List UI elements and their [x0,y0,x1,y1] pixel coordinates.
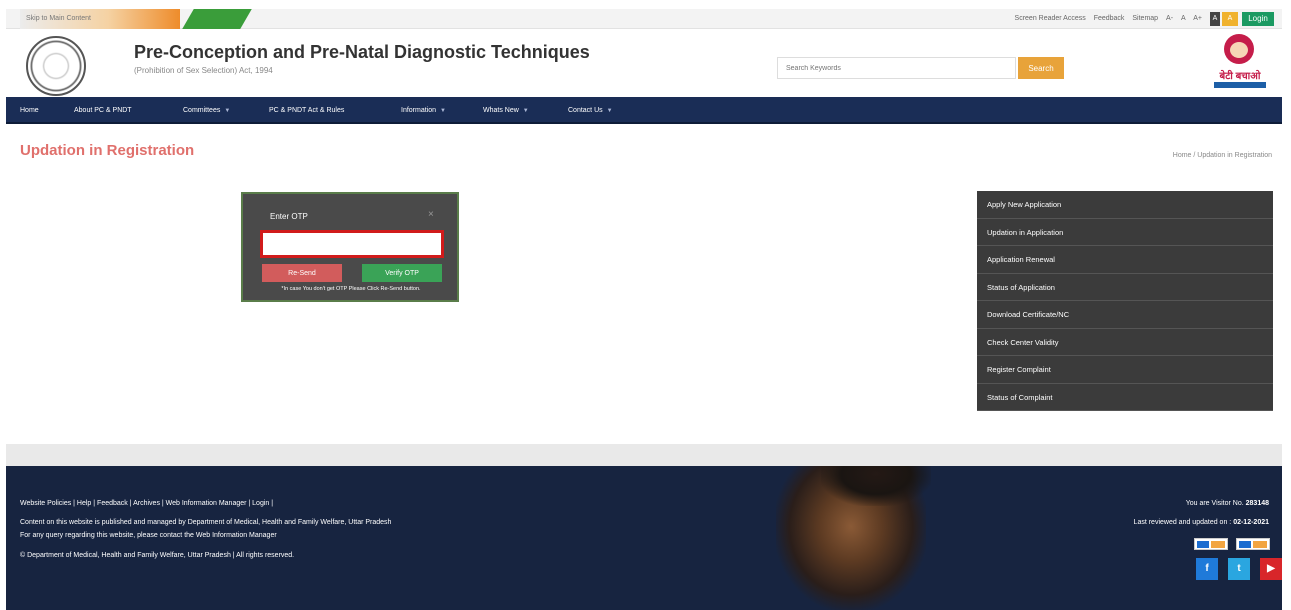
otp-dialog: Enter OTP × Re-Send Verify OTP *In case … [241,192,459,302]
nav-label: Committees [183,107,221,114]
sidebar-item-status-application[interactable]: Status of Application [977,274,1273,301]
w3c-badge-icon[interactable] [1194,538,1228,550]
otp-input[interactable] [260,230,444,258]
sidebar-item-download-certificate[interactable]: Download Certificate/NC [977,301,1273,329]
tricolor-stripe [182,9,252,29]
nav-label: Home [20,107,39,114]
sidebar-item-status-complaint[interactable]: Status of Complaint [977,384,1273,411]
updated-label: Last reviewed and updated on : [1133,519,1232,526]
top-links: Screen Reader Access Feedback Sitemap A-… [1009,9,1202,29]
breadcrumb[interactable]: Home / Updation in Registration [1173,152,1272,159]
nav-label: Whats New [483,107,519,114]
nav-label: Contact Us [568,107,603,114]
chevron-down-icon: ▼ [522,108,529,114]
skip-to-content-link[interactable]: Skip to Main Content [20,9,180,29]
chevron-down-icon: ▼ [606,108,613,114]
logo-banner-stripe [1214,82,1266,88]
dark-contrast-button[interactable]: A [1210,12,1220,26]
girl-photo-hair [821,466,931,506]
sidebar-item-center-validity[interactable]: Check Center Validity [977,329,1273,356]
nav-act-rules[interactable]: PC & PNDT Act & Rules [269,97,344,124]
feedback-link[interactable]: Feedback [1094,15,1125,22]
nav-about[interactable]: About PC & PNDT [74,97,132,124]
footer-content-note: Content on this website is published and… [20,519,392,526]
otp-label: Enter OTP [270,212,308,221]
visitor-count: 283148 [1245,500,1269,507]
nav-whats-new[interactable]: Whats New ▼ [483,97,529,124]
logo-face-shape [1230,42,1248,58]
main-navigation: Home About PC & PNDT Committees ▼ PC & PN… [6,97,1282,124]
font-normal-button[interactable]: A [1181,15,1185,22]
twitter-icon[interactable]: t [1228,558,1250,580]
resend-otp-button[interactable]: Re-Send [262,264,342,282]
close-icon[interactable]: × [428,209,434,220]
top-utility-bar: Skip to Main Content Screen Reader Acces… [6,9,1282,29]
footer-copyright: © Department of Medical, Health and Fami… [20,552,295,559]
sidebar-item-updation[interactable]: Updation in Application [977,219,1273,246]
font-decrease-button[interactable]: A- [1166,15,1173,22]
site-title: Pre-Conception and Pre-Natal Diagnostic … [134,42,590,62]
footer-links[interactable]: Website Policies | Help | Feedback | Arc… [20,500,273,507]
sitemap-link[interactable]: Sitemap [1132,15,1158,22]
yellow-contrast-button[interactable]: A [1222,12,1238,26]
footer-query-note: For any query regarding this website, pl… [20,532,277,539]
last-updated: Last reviewed and updated on : 02-12-202… [1134,519,1269,526]
visitor-counter: You are Visitor No. 283148 [1186,500,1269,507]
otp-help-note: *In case You don't get OTP Please Click … [281,286,421,292]
sidebar-item-apply-new[interactable]: Apply New Application [977,191,1273,219]
site-subtitle: (Prohibition of Sex Selection) Act, 1994 [134,66,273,75]
nav-label: PC & PNDT Act & Rules [269,107,345,114]
chevron-down-icon: ▼ [440,108,446,114]
updated-date: 02-12-2021 [1233,519,1269,526]
page-title: Updation in Registration [20,142,195,159]
logo-text: बेटी बचाओ [1219,71,1261,82]
font-increase-button[interactable]: A+ [1193,15,1202,22]
facebook-icon[interactable]: f [1196,558,1218,580]
nav-label: About PC & PNDT [74,107,132,114]
search-button[interactable]: Search [1018,57,1064,79]
nav-information[interactable]: Information ▼ [401,97,446,124]
nav-label: Information [401,107,437,114]
sidebar-item-register-complaint[interactable]: Register Complaint [977,356,1273,384]
wcag-badge-icon[interactable] [1236,538,1270,550]
nav-committees[interactable]: Committees ▼ [183,97,230,124]
chevron-down-icon: ▼ [224,108,231,114]
nav-contact[interactable]: Contact Us ▼ [568,97,613,124]
visitor-label: You are Visitor No. [1185,500,1244,507]
search-input[interactable] [777,57,1016,79]
youtube-icon[interactable]: ▶ [1260,558,1282,580]
sidebar-menu: Apply New Application Updation in Applic… [977,191,1273,411]
sidebar-item-renewal[interactable]: Application Renewal [977,246,1273,274]
footer: Website Policies | Help | Feedback | Arc… [6,466,1282,610]
screen-reader-link[interactable]: Screen Reader Access [1015,15,1086,22]
beti-bachao-logo: बेटी बचाओ [1206,34,1270,94]
footer-divider-band [6,444,1282,466]
login-button[interactable]: Login [1242,12,1274,26]
verify-otp-button[interactable]: Verify OTP [362,264,442,282]
up-government-emblem-logo[interactable] [26,36,86,96]
nav-home[interactable]: Home [20,97,39,124]
